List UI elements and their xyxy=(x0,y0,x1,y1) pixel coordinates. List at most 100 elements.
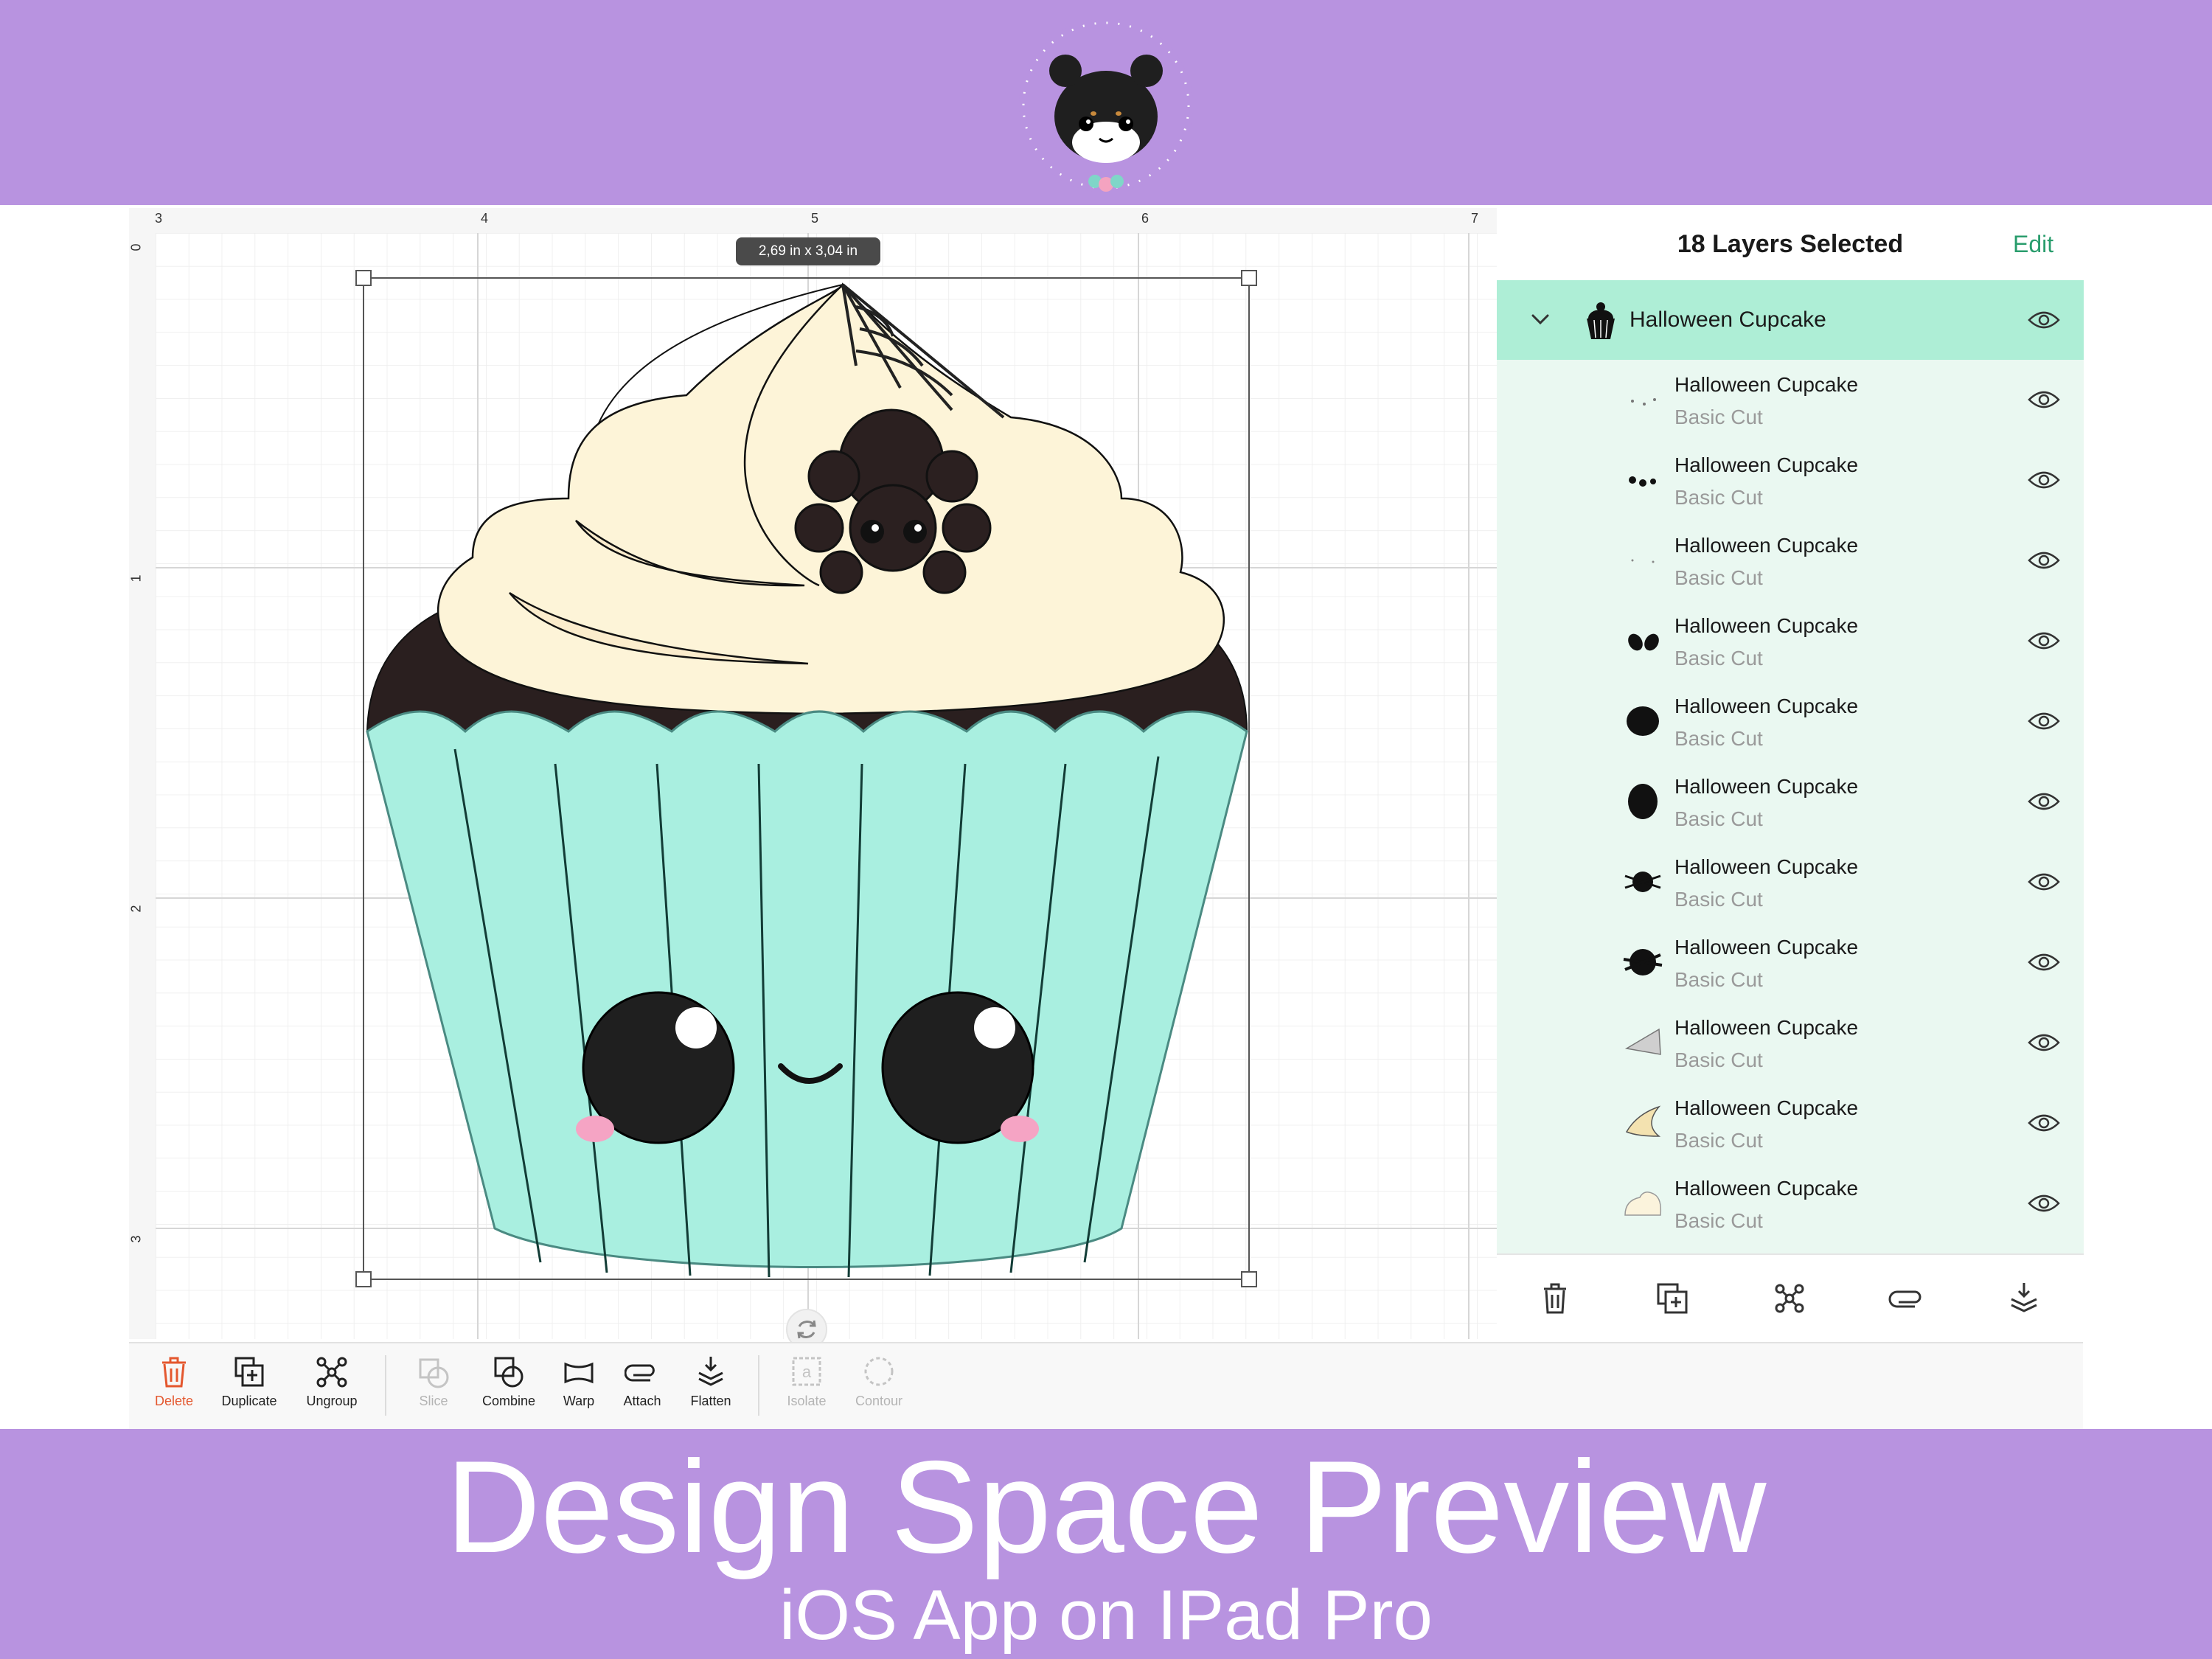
ungroup-label: Ungroup xyxy=(306,1394,358,1408)
ungroup-button[interactable]: Ungroup xyxy=(295,1355,369,1422)
layer-name: Halloween Cupcake xyxy=(1674,1177,1859,1200)
slice-label: Slice xyxy=(419,1394,448,1408)
duplicate-icon xyxy=(234,1357,264,1387)
banner-subtitle: iOS App on IPad Pro xyxy=(779,1576,1433,1655)
layer-thumbnail-icon xyxy=(1624,872,1661,892)
eye-icon[interactable] xyxy=(2028,470,2060,490)
layer-thumbnail-icon xyxy=(1629,476,1656,487)
layer-name: Halloween Cupcake xyxy=(1674,1016,1859,1039)
contour-button[interactable]: Contour xyxy=(842,1355,916,1422)
selection-size-badge: 2,69 in x 3,04 in xyxy=(736,237,880,265)
svg-text:a: a xyxy=(802,1363,812,1381)
layer-name: Halloween Cupcake xyxy=(1674,775,1859,798)
layer-operation-type: Basic Cut xyxy=(1674,486,1763,509)
duplicate-button[interactable]: Duplicate xyxy=(212,1355,286,1422)
layer-thumbnail-icon xyxy=(1624,1192,1662,1216)
eye-icon[interactable] xyxy=(2028,952,2060,973)
attach-icon[interactable] xyxy=(1888,1280,1925,1317)
ruler-tick: 0 xyxy=(128,243,144,251)
flatten-icon xyxy=(698,1357,723,1386)
isolate-icon: a xyxy=(792,1357,821,1386)
warp-button[interactable]: Warp xyxy=(542,1355,616,1422)
ungroup-icon xyxy=(316,1357,347,1388)
ruler-tick: 6 xyxy=(1141,211,1150,226)
combine-label: Combine xyxy=(481,1394,536,1408)
layer-name: Halloween Cupcake xyxy=(1674,614,1859,637)
contour-icon xyxy=(864,1357,894,1386)
isolate-label: Isolate xyxy=(787,1394,827,1408)
eye-icon[interactable] xyxy=(2028,630,2060,651)
design-canvas[interactable] xyxy=(156,233,1497,1339)
trash-icon[interactable] xyxy=(1537,1280,1573,1317)
layer-operation-type: Basic Cut xyxy=(1674,1209,1763,1232)
brand-logo xyxy=(1019,18,1193,192)
toolbar-divider xyxy=(758,1355,759,1416)
ruler-tick: 4 xyxy=(481,211,489,226)
duplicate-icon[interactable] xyxy=(1654,1280,1691,1317)
ruler-tick: 2 xyxy=(128,905,144,913)
duplicate-label: Duplicate xyxy=(221,1394,277,1408)
layer-name: Halloween Cupcake xyxy=(1674,373,1859,396)
eye-icon[interactable] xyxy=(2028,310,2060,330)
layer-thumbnail-icon xyxy=(1628,784,1658,819)
eye-icon[interactable] xyxy=(2028,1193,2060,1214)
layer-operation-type: Basic Cut xyxy=(1674,727,1763,750)
layer-thumbnail-icon xyxy=(1624,1028,1661,1055)
layer-thumbnail-icon xyxy=(1627,706,1659,736)
delete-label: Delete xyxy=(154,1394,194,1408)
chevron-down-icon[interactable] xyxy=(1529,308,1551,330)
cupcake-thumbnail-icon xyxy=(1587,302,1615,339)
layer-thumbnail-icon xyxy=(1623,949,1663,975)
eye-icon[interactable] xyxy=(2028,872,2060,892)
slice-button[interactable]: Slice xyxy=(397,1355,470,1422)
layer-group-name: Halloween Cupcake xyxy=(1630,307,1826,332)
banner-title: Design Space Preview xyxy=(445,1433,1767,1580)
layer-operation-type: Basic Cut xyxy=(1674,647,1763,669)
layer-operation-type: Basic Cut xyxy=(1674,566,1763,589)
flatten-label: Flatten xyxy=(690,1394,731,1408)
eye-icon[interactable] xyxy=(2028,791,2060,812)
toolbar-divider xyxy=(385,1355,386,1416)
combine-icon xyxy=(494,1357,524,1388)
contour-label: Contour xyxy=(855,1394,903,1408)
layer-name: Halloween Cupcake xyxy=(1674,695,1859,717)
ungroup-icon[interactable] xyxy=(1771,1280,1808,1317)
attach-label: Attach xyxy=(623,1394,661,1408)
warp-label: Warp xyxy=(563,1394,595,1408)
layer-name: Halloween Cupcake xyxy=(1674,534,1859,557)
slice-icon xyxy=(419,1358,449,1388)
attach-icon xyxy=(625,1364,655,1382)
combine-button[interactable]: Combine xyxy=(472,1355,546,1422)
layer-thumbnail-icon xyxy=(1631,398,1656,406)
eye-icon[interactable] xyxy=(2028,1113,2060,1133)
layer-thumbnail-icon xyxy=(1631,559,1655,563)
ruler-tick: 5 xyxy=(811,211,819,226)
eye-icon[interactable] xyxy=(2028,389,2060,410)
layer-operation-type: Basic Cut xyxy=(1674,1048,1763,1071)
layer-name: Halloween Cupcake xyxy=(1674,855,1859,878)
eye-icon[interactable] xyxy=(2028,1032,2060,1053)
edit-button[interactable]: Edit xyxy=(2013,226,2053,262)
layer-thumbnail-icon xyxy=(1628,633,1659,651)
layer-thumbnail-icon xyxy=(1625,1105,1661,1137)
ruler-tick: 3 xyxy=(155,211,163,226)
ruler-tick: 1 xyxy=(128,574,144,582)
vertical-ruler xyxy=(129,233,156,1339)
layer-operation-type: Basic Cut xyxy=(1674,1129,1763,1152)
layer-operation-type: Basic Cut xyxy=(1674,888,1763,911)
layer-operation-type: Basic Cut xyxy=(1674,968,1763,991)
attach-button[interactable]: Attach xyxy=(605,1355,679,1422)
flatten-button[interactable]: Flatten xyxy=(674,1355,748,1422)
isolate-button[interactable]: a Isolate xyxy=(770,1355,844,1422)
ruler-tick: 3 xyxy=(128,1235,144,1243)
delete-button[interactable]: Delete xyxy=(137,1355,211,1422)
layer-name: Halloween Cupcake xyxy=(1674,1096,1859,1119)
eye-icon[interactable] xyxy=(2028,711,2060,731)
trash-icon xyxy=(162,1357,186,1388)
ruler-tick: 7 xyxy=(1471,211,1479,226)
layers-panel-title: 18 Layers Selected xyxy=(1677,230,1904,258)
flatten-icon[interactable] xyxy=(2006,1280,2042,1317)
eye-icon[interactable] xyxy=(2028,550,2060,571)
layer-operation-type: Basic Cut xyxy=(1674,406,1763,428)
layer-name: Halloween Cupcake xyxy=(1674,936,1859,959)
